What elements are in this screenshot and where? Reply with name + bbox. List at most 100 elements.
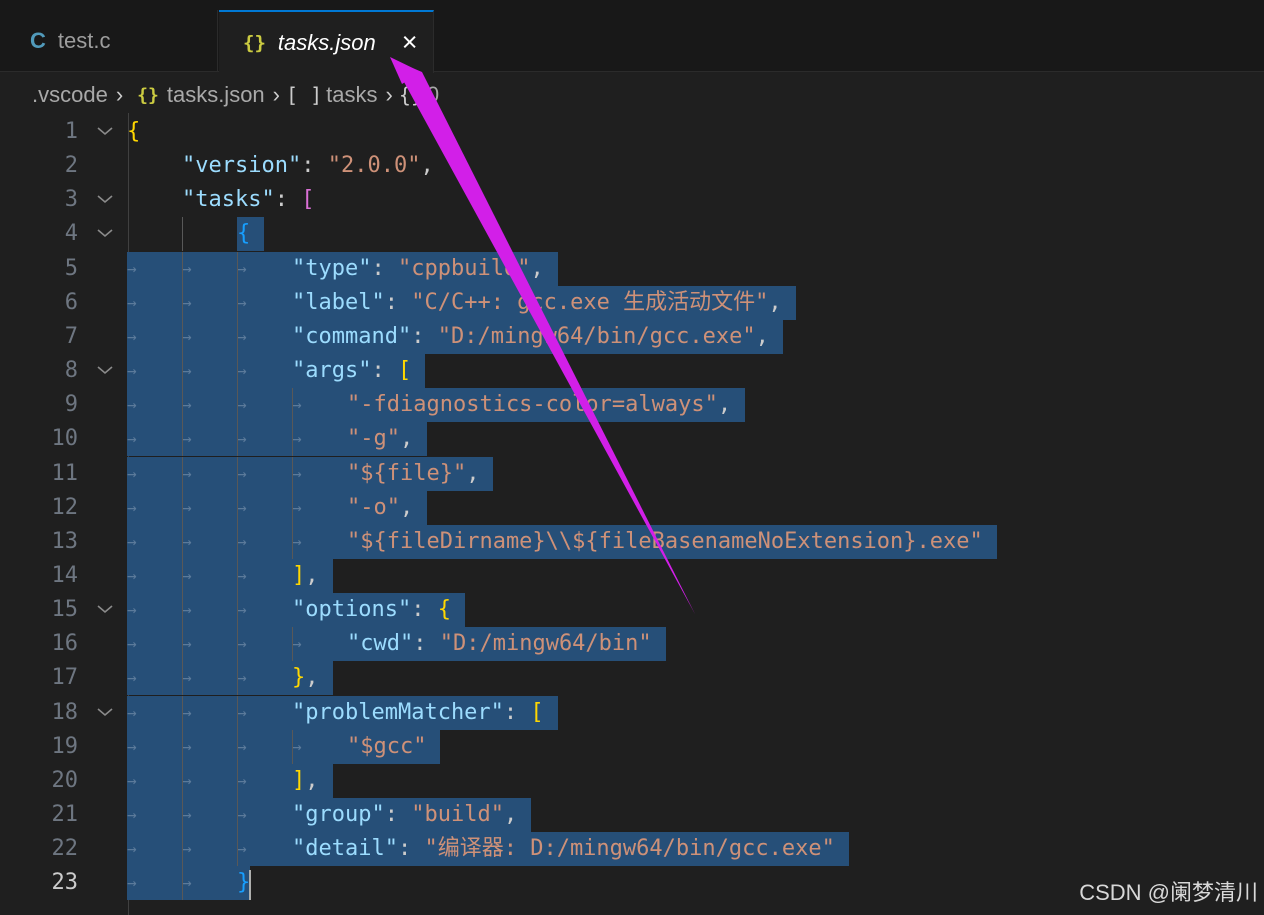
code-token: [ [301,187,315,213]
code-line[interactable]: 21 → → → "group": "build", [0,798,1264,832]
code-text[interactable]: "tasks": [ [182,183,314,217]
code-line[interactable]: 17 → → →}, [0,661,1264,696]
indent-guide [182,866,183,901]
code-line[interactable]: 5 → → → "type": "cppbuild", [0,251,1264,286]
code-line[interactable]: 8 → → → "args": [ [0,354,1264,389]
indent-guide [237,627,238,662]
code-token: : [411,323,438,349]
line-number: 14 [51,562,79,588]
tab-tasks-json[interactable]: {} tasks.json × [219,10,434,73]
code-text[interactable]: "cwd": "D:/mingw64/bin" [347,627,652,661]
code-line[interactable]: 12 → → → → "-o", [0,490,1264,525]
whitespace-tab-marker: → [127,395,137,415]
code-text[interactable]: "detail": "编译器: D:/mingw64/bin/gcc.exe" [292,832,835,866]
watermark: CSDN @阑梦清川 [1079,880,1258,905]
whitespace-tab-marker: → [182,565,192,585]
whitespace-tab-marker: → [292,634,302,654]
indent-guide [182,798,183,832]
whitespace-tab-marker: → [127,463,137,483]
breadcrumb-array[interactable]: tasks [326,82,377,108]
code-text[interactable]: ], [292,559,319,593]
code-text[interactable]: "version": "2.0.0", [182,149,434,183]
code-text[interactable]: "-o", [347,491,413,525]
code-text[interactable]: }, [292,661,319,695]
code-line[interactable]: 1{ [0,115,1264,149]
code-line[interactable]: 10 → → → → "-g", [0,422,1264,457]
code-token: { [237,221,251,247]
indent-guide [182,388,183,423]
code-text[interactable]: ], [292,764,319,798]
whitespace-tab-marker: → [182,326,192,346]
code-line[interactable]: 19 → → → → "$gcc" [0,729,1264,764]
code-line[interactable]: 14 → → →], [0,558,1264,593]
tab-test-c[interactable]: C test.c [0,10,218,72]
code-token: "cppbuild" [397,255,531,281]
whitespace-tab-marker: → [237,702,247,722]
chevron-down-icon[interactable] [96,224,114,242]
breadcrumb-object[interactable]: 0 [427,82,439,108]
whitespace-tab-marker: → [127,702,137,722]
code-text[interactable]: "command": "D:/mingw64/bin/gcc.exe", [292,320,769,354]
code-line[interactable]: 3 "tasks": [ [0,183,1264,217]
code-line[interactable]: 11 → → → → "${file}", [0,456,1264,491]
code-text[interactable]: "-fdiagnostics-color=always", [347,388,731,422]
breadcrumb-folder[interactable]: .vscode [32,82,108,108]
code-line[interactable]: 15 → → → "options": { [0,593,1264,628]
indent-guide [237,763,238,798]
code-text[interactable]: { [237,217,250,251]
indent-guide [237,524,238,559]
code-token: : [274,187,302,213]
code-line[interactable]: 9 → → → → "-fdiagnostics-color=always", [0,388,1264,423]
code-line[interactable]: 4{ [0,217,1264,252]
code-token: "detail" [292,836,398,862]
code-line[interactable]: 23 → →} [0,866,1264,901]
code-text[interactable]: "group": "build", [292,798,517,832]
code-editor[interactable]: 1{2 "version": "2.0.0", 3 "tasks": [4{5 → → → "… [0,113,1264,915]
code-text[interactable]: "${fileDirname}\\${fileBasenameNoExtensi… [347,525,983,559]
chevron-down-icon[interactable] [96,703,114,721]
breadcrumb-file[interactable]: tasks.json [167,82,265,108]
whitespace-tab-marker: → [292,395,302,415]
code-text[interactable]: "label": "C/C++: gcc.exe 生成活动文件", [292,286,782,320]
indent-guide [237,729,238,764]
chevron-down-icon[interactable] [96,600,114,618]
code-text[interactable]: "args": [ [292,354,411,388]
whitespace-tab-marker: → [237,395,247,415]
code-token: "label" [292,289,385,315]
code-line[interactable]: 16 → → → → "cwd": "D:/mingw64/bin" [0,627,1264,662]
code-text[interactable]: "problemMatcher": [ [292,696,544,730]
code-line[interactable]: 13 → → → → "${fileDirname}\\${fileBasenameNoE… [0,524,1264,559]
chevron-down-icon[interactable] [96,361,114,379]
code-text[interactable]: "options": { [292,593,451,627]
code-line[interactable]: 22 → → → "detail": "编译器: D:/mingw64/bin/gcc.… [0,832,1264,867]
code-text[interactable]: "$gcc" [347,730,426,764]
chevron-down-icon[interactable] [96,190,114,208]
chevron-down-icon[interactable] [96,122,114,140]
tab-bar: C test.c {} tasks.json × [0,0,1264,73]
code-text[interactable]: { [127,115,140,149]
code-line[interactable]: 20 → → →], [0,763,1264,798]
code-token: "-g" [347,426,400,452]
code-token: : [384,802,412,827]
code-line[interactable]: 7 → → → "command": "D:/mingw64/bin/gcc.exe", [0,319,1264,354]
code-line[interactable]: 18 → → → "problemMatcher": [ [0,695,1264,730]
line-number: 2 [64,153,78,179]
whitespace-tab-marker: → [182,805,192,824]
code-text[interactable]: "${file}", [347,457,479,491]
whitespace-tab-marker: → [237,463,247,483]
code-token: "tasks" [182,187,275,213]
code-token: : [371,255,398,281]
whitespace-tab-marker: → [237,258,247,278]
indent-guide [182,319,183,354]
whitespace-tab-marker: → [182,702,192,722]
json-file-icon: {} [137,84,159,106]
line-number: 11 [51,460,79,486]
code-token: , [305,562,319,588]
code-token: "options" [292,597,412,623]
code-token: "${file}" [347,460,467,486]
close-icon[interactable]: × [402,29,418,56]
code-line[interactable]: 6 → → → "label": "C/C++: gcc.exe 生成活动文件", [0,285,1264,320]
code-line[interactable]: 2 "version": "2.0.0", [0,149,1264,183]
code-text[interactable]: "-g", [347,422,413,456]
code-text[interactable]: "type": "cppbuild", [292,252,544,286]
